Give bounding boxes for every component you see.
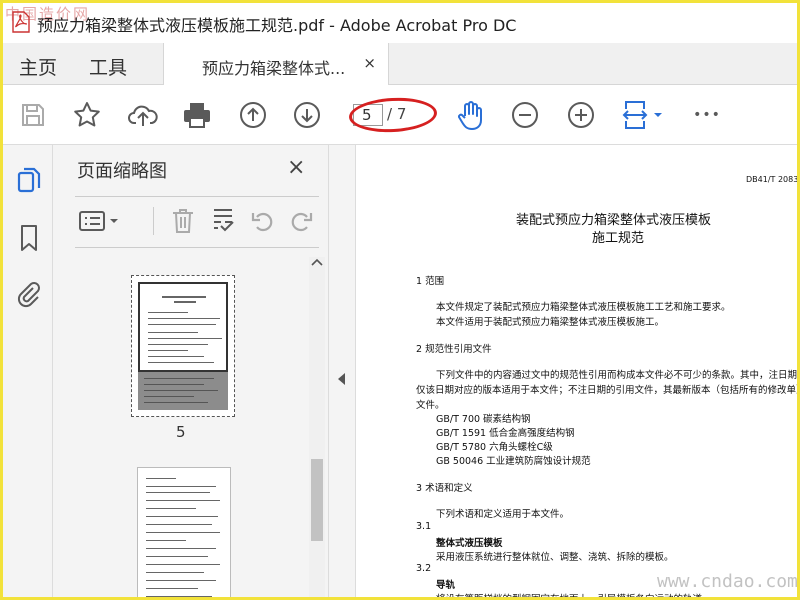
clause-number: 3.2 [416, 563, 432, 574]
body-text: 下列文件中的内容通过文中的规范性引用而构成本文件必不可少的条款。其中，注日期的引… [436, 370, 800, 381]
title-bar: 中国造价网 预应力箱梁整体式液压模板施工规范.pdf - Adobe Acrob… [3, 3, 797, 43]
delete-icon[interactable] [169, 207, 197, 235]
divider [75, 247, 319, 248]
reference-item: GB/T 5780 六角头螺栓C级 [436, 442, 553, 453]
rotate-right-icon[interactable] [287, 207, 315, 235]
watermark-bottom: www.cndao.com [657, 571, 798, 592]
tab-document[interactable]: 预应力箱梁整体式... × [163, 43, 389, 85]
extract-pages-icon[interactable] [209, 207, 237, 235]
page-thumbnails-icon[interactable] [15, 165, 43, 195]
panel-splitter[interactable] [328, 145, 356, 597]
thumbnail-shaded-area [138, 372, 228, 410]
body-text: 下列术语和定义适用于本文件。 [436, 509, 570, 520]
panel-close-icon[interactable]: × [287, 155, 305, 180]
panel-toolbar [75, 201, 319, 241]
next-page-icon[interactable] [291, 99, 323, 131]
app-window: 中国造价网 预应力箱梁整体式液压模板施工规范.pdf - Adobe Acrob… [0, 0, 800, 600]
tab-document-label: 预应力箱梁整体式... [202, 59, 346, 78]
term: 导轨 [436, 580, 456, 591]
toolbar: 5 / 7 ••• [3, 85, 797, 145]
separator [153, 207, 154, 235]
previous-page-icon[interactable] [237, 99, 269, 131]
more-options-icon[interactable]: ••• [691, 99, 723, 131]
standard-number: DB41/T 2083- [746, 175, 800, 184]
close-icon[interactable]: × [363, 54, 376, 72]
clause-number: 3.1 [416, 521, 432, 532]
collapse-panel-icon[interactable] [338, 373, 345, 385]
tab-tools[interactable]: 工具 [89, 53, 127, 80]
highlight-ellipse [348, 95, 438, 135]
hand-tool-icon[interactable] [455, 99, 487, 131]
save-icon[interactable] [17, 99, 49, 131]
star-icon[interactable] [71, 99, 103, 131]
term: 整体式液压模板 [436, 538, 503, 549]
scroll-up-icon[interactable] [309, 257, 325, 273]
fit-page-icon[interactable] [619, 99, 667, 131]
body-text: 本文件适用于装配式预应力箱梁整体式液压模板施工。 [436, 317, 665, 328]
print-icon[interactable] [181, 99, 213, 131]
thumbnail-panel: 页面缩略图 × 5 [53, 145, 328, 597]
page-thumbnail-6[interactable] [137, 467, 231, 597]
zoom-in-icon[interactable] [565, 99, 597, 131]
body-text: 本文件规定了装配式预应力箱梁整体式液压模板施工工艺和施工要求。 [436, 302, 731, 313]
body-text: 仅该日期对应的版本适用于本文件；不注日期的引用文件，其最新版本（包括所有的修改单… [416, 385, 800, 396]
navigation-rail [3, 145, 53, 597]
scrollbar-thumb[interactable] [311, 459, 323, 541]
thumbnail-options-icon[interactable] [77, 207, 121, 235]
divider [75, 196, 319, 197]
document-title-line2: 施工规范 [592, 231, 645, 246]
tab-home[interactable]: 主页 [19, 53, 57, 80]
page-thumbnail-5[interactable] [131, 275, 235, 417]
window-title: 预应力箱梁整体式液压模板施工规范.pdf - Adobe Acrobat Pro… [37, 16, 517, 35]
zoom-out-icon[interactable] [509, 99, 541, 131]
rotate-left-icon[interactable] [249, 207, 277, 235]
attachment-icon[interactable] [15, 279, 43, 309]
section-heading: 1 范围 [416, 276, 445, 287]
reference-item: GB/T 700 碳素结构钢 [436, 414, 531, 425]
thumbnail-scrollbar[interactable] [309, 257, 325, 597]
section-heading: 2 规范性引用文件 [416, 344, 492, 355]
document-title-line1: 装配式预应力箱梁整体式液压模板 [516, 213, 712, 228]
body-text: 将设有等距梯档的型钢固定在地面上，引导模板各向运动的轨道。 [436, 594, 712, 600]
section-heading: 3 术语和定义 [416, 483, 473, 494]
bookmark-icon[interactable] [15, 223, 43, 253]
thumbnail-view-area [138, 282, 228, 372]
thumbnail-page-number: 5 [176, 423, 186, 441]
reference-item: GB/T 1591 低合金高强度结构钢 [436, 428, 575, 439]
body-text: 采用液压系统进行整体就位、调整、浇筑、拆除的模板。 [436, 552, 674, 563]
reference-item: GB 50046 工业建筑防腐蚀设计规范 [436, 456, 591, 467]
document-view[interactable]: DB41/T 2083- 装配式预应力箱梁整体式液压模板 施工规范 1 范围 本… [356, 145, 800, 600]
body-text: 文件。 [416, 400, 445, 411]
tab-bar: 主页 工具 预应力箱梁整体式... × [3, 43, 797, 85]
cloud-upload-icon[interactable] [127, 99, 159, 131]
panel-title: 页面缩略图 [77, 161, 167, 182]
